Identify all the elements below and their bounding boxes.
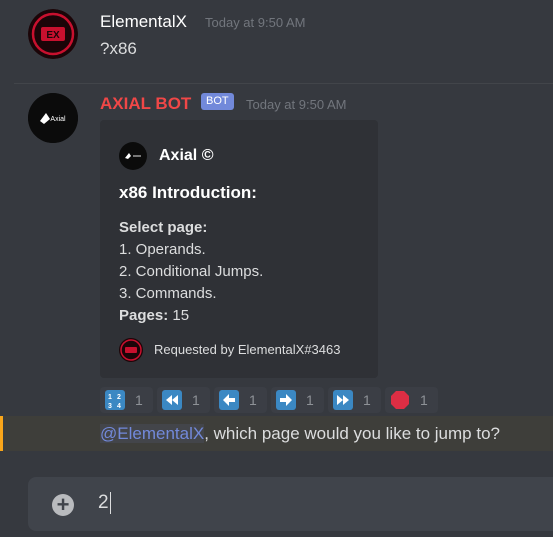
fast-forward-icon [333,390,353,410]
message-input-value: 2 [98,492,109,514]
svg-text:3: 3 [108,403,112,410]
embed-author-name[interactable]: Axial © [159,147,213,165]
embed-pages-row: Pages: 15 [119,307,189,324]
embed-author-icon [119,142,147,170]
user-mention[interactable]: @ElementalX [100,424,205,443]
avatar-elementalx[interactable]: EX [28,9,78,59]
svg-text:2: 2 [117,394,121,401]
arrow-left-icon [219,390,239,410]
embed-title: x86 Introduction: [119,183,257,202]
embed-field-label: Select page: [119,219,208,236]
message-content: ?x86 [100,39,137,58]
numbers-1234-icon: 1 2 3 4 [105,390,125,410]
rewind-icon [162,390,182,410]
embed: Axial © x86 Introduction: Select page: 1… [100,120,378,378]
svg-text:1: 1 [108,394,112,401]
embed-item: 2. Conditional Jumps. [119,263,264,280]
message-composer: + 2 [28,477,553,531]
embed-footer-text: Requested by ElementalX#3463 [154,342,341,357]
author-name[interactable]: AXIAL BOT [100,94,191,114]
mention-highlight-bar [0,416,3,451]
reaction-numbers[interactable]: 1 2 3 4 1 [100,387,153,413]
svg-text:Axial: Axial [50,116,66,123]
arrow-right-icon [276,390,296,410]
avatar-axial-bot[interactable]: Axial [28,93,78,143]
reaction-count: 1 [249,392,257,408]
author-name[interactable]: ElementalX [100,12,187,32]
reaction-rewind[interactable]: 1 [157,387,210,413]
mention-body: , which page would you like to jump to? [204,424,500,443]
embed-item: 1. Operands. [119,241,206,258]
embed-pages-value: 15 [172,307,190,324]
upload-plus-icon[interactable]: + [52,494,74,516]
stop-sign-icon [390,390,410,410]
svg-text:4: 4 [117,403,121,410]
reaction-stop[interactable]: 1 [385,387,438,413]
timestamp: Today at 9:50 AM [205,15,306,30]
mention-message: @ElementalX, which page would you like t… [0,416,553,451]
reaction-count: 1 [306,392,314,408]
timestamp: Today at 9:50 AM [246,97,347,112]
bot-badge: BOT [201,93,234,110]
reaction-count: 1 [135,392,143,408]
message-divider [14,83,553,84]
embed-pages-label: Pages: [119,307,169,324]
reaction-count: 1 [363,392,371,408]
reaction-arrow-left[interactable]: 1 [214,387,267,413]
reaction-fast-forward[interactable]: 1 [328,387,381,413]
mention-text: @ElementalX, which page would you like t… [100,424,500,444]
message-input[interactable]: 2 [98,492,111,514]
reaction-arrow-right[interactable]: 1 [271,387,324,413]
text-caret [109,492,111,514]
embed-item: 3. Commands. [119,285,217,302]
svg-text:EX: EX [46,30,60,41]
reaction-count: 1 [420,392,428,408]
embed-footer-icon [119,338,143,362]
reaction-count: 1 [192,392,200,408]
